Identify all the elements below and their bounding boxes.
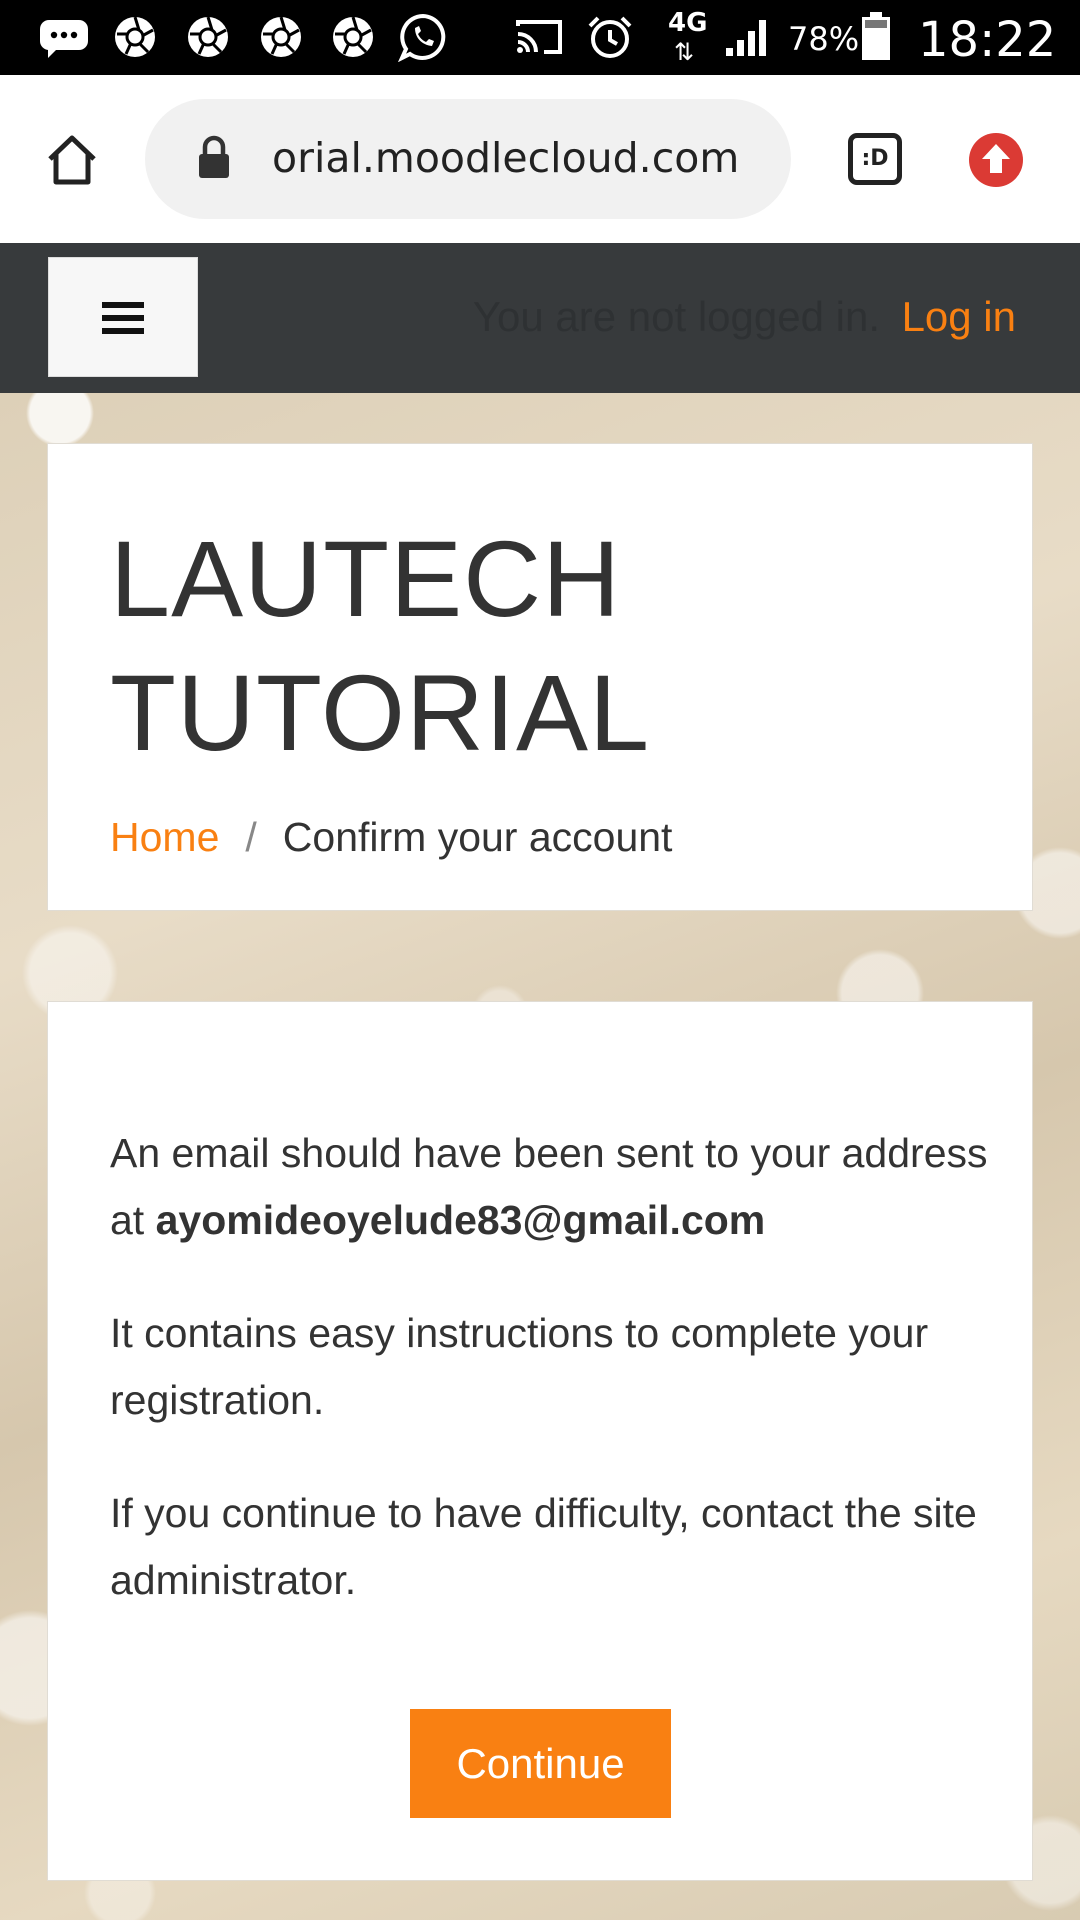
page-content: LAUTECH TUTORIAL Home / Confirm your accou…	[0, 393, 1080, 1920]
tab-switcher-icon[interactable]: :D	[848, 133, 902, 185]
breadcrumb-current: Confirm your account	[282, 814, 673, 860]
messages-icon	[40, 20, 88, 58]
aperture-icon	[261, 16, 301, 57]
status-bar: 4G ⇅ 78% 18:22	[0, 0, 1080, 75]
nav-drawer-toggle-button[interactable]	[48, 257, 198, 377]
aperture-icon	[115, 16, 155, 57]
email-address: ayomideoyelude83@gmail.com	[155, 1197, 766, 1243]
page-header-card: LAUTECH TUTORIAL Home / Confirm your accou…	[47, 443, 1033, 911]
instructions-message: It contains easy instructions to complet…	[110, 1310, 929, 1423]
browser-toolbar: orial.moodlecloud.com :D	[0, 75, 1080, 243]
breadcrumb-home-link[interactable]: Home	[110, 814, 219, 860]
breadcrumb-separator: /	[245, 814, 257, 860]
whatsapp-icon	[398, 13, 446, 62]
confirmation-card: An email should have been sent to your a…	[47, 1001, 1033, 1881]
aperture-icon	[188, 16, 228, 57]
site-title: LAUTECH TUTORIAL	[110, 518, 651, 773]
url-text: orial.moodlecloud.com	[272, 134, 740, 182]
tab-badge: :D	[861, 146, 889, 171]
battery-icon	[862, 12, 890, 60]
network-type-label: 4G	[668, 8, 708, 38]
lock-icon	[199, 135, 229, 178]
alarm-icon	[588, 16, 632, 58]
data-arrows-icon: ⇅	[674, 38, 695, 66]
battery-percent: 78%	[788, 20, 860, 58]
signal-icon	[726, 20, 766, 56]
support-message: If you continue to have difficulty, cont…	[110, 1490, 977, 1603]
continue-button[interactable]: Continue	[410, 1709, 671, 1818]
upload-icon[interactable]	[968, 132, 1024, 188]
email-sent-message: An email should have been sent to your a…	[110, 1120, 990, 1254]
breadcrumb: Home / Confirm your account	[110, 814, 672, 861]
home-icon[interactable]	[44, 133, 100, 187]
aperture-icon	[333, 16, 373, 57]
url-bar[interactable]: orial.moodlecloud.com	[145, 99, 791, 219]
login-link[interactable]: Log in	[902, 293, 1016, 341]
clock: 18:22	[918, 12, 1057, 68]
cast-icon	[516, 20, 562, 54]
login-status-text: You are not logged in.	[472, 293, 880, 340]
site-navbar: You are not logged in. Log in	[0, 243, 1080, 393]
